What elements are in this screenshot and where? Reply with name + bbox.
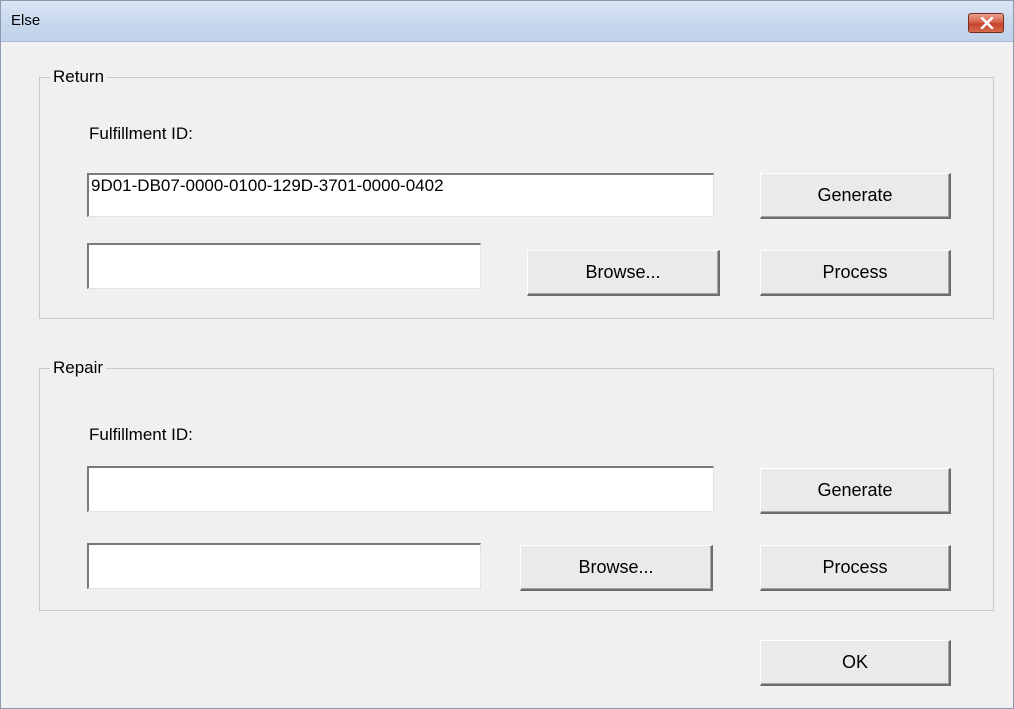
title-bar[interactable]: Else [1,1,1013,42]
return-group-legend: Return [50,68,108,86]
return-path-input[interactable] [87,243,481,289]
repair-browse-button[interactable]: Browse... [520,545,713,591]
window-title: Else [11,12,41,29]
return-browse-button[interactable]: Browse... [527,250,720,296]
close-icon [980,17,994,29]
return-process-button[interactable]: Process [760,250,951,296]
repair-group-legend: Repair [50,359,107,377]
repair-fulfillment-id-label: Fulfillment ID: [89,425,193,444]
repair-path-input[interactable] [87,543,481,589]
return-fulfillment-id-label: Fulfillment ID: [89,124,193,143]
return-generate-button[interactable]: Generate [760,173,951,219]
close-button[interactable] [968,13,1004,33]
dialog-window: Else Return Fulfillment ID: Generate Bro… [0,0,1014,709]
repair-generate-button[interactable]: Generate [760,468,951,514]
repair-process-button[interactable]: Process [760,545,951,591]
return-fulfillment-id-input[interactable] [87,173,714,217]
ok-button[interactable]: OK [760,640,951,686]
repair-fulfillment-id-input[interactable] [87,466,714,512]
